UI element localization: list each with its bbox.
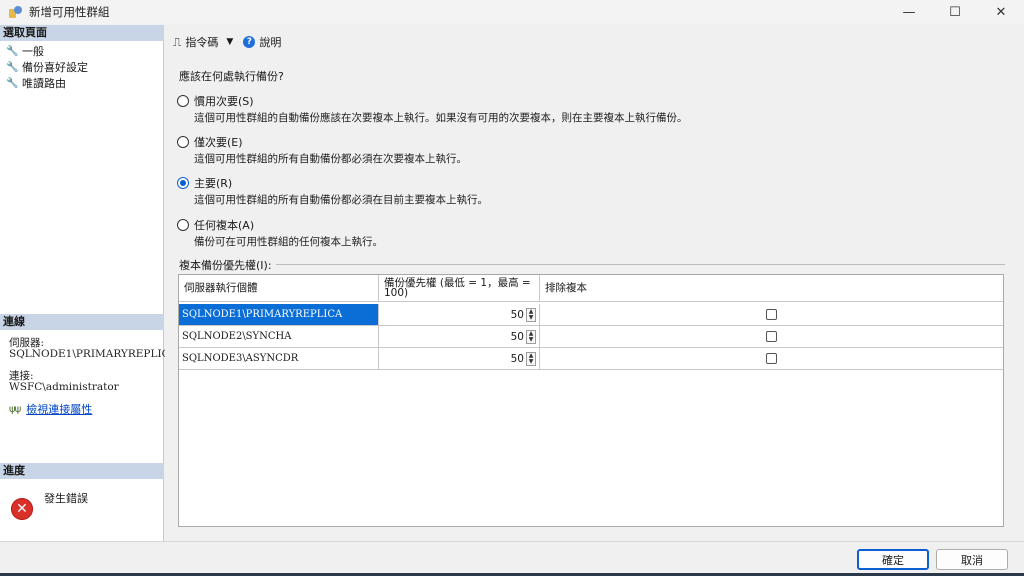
exclude-checkbox[interactable] — [766, 331, 777, 342]
app-icon — [9, 5, 23, 19]
exclude-checkbox[interactable] — [766, 309, 777, 320]
progress-status: 發生錯誤 — [44, 492, 88, 505]
option-label: 僅次要(E) — [194, 136, 243, 149]
column-header-instance[interactable]: 伺服器執行個體 — [179, 275, 379, 302]
error-icon: ✕ — [11, 498, 33, 520]
option-prefer-secondary[interactable]: 慣用次要(S) — [177, 93, 254, 109]
priority-spinner[interactable]: ▲ ▼ — [526, 351, 536, 366]
help-icon: ? — [243, 36, 256, 48]
ok-button[interactable]: 確定 — [857, 549, 929, 570]
server-value: SQLNODE1\PRIMARYREPLICA — [9, 348, 178, 360]
exclude-cell[interactable] — [540, 348, 1003, 370]
window-title: 新增可用性群組 — [29, 5, 110, 19]
left-panel: 選取頁面 🔧 一般 🔧 備份喜好設定 🔧 唯讀路由 連線 伺服器: SQLNOD… — [0, 25, 177, 541]
option-label: 主要(R) — [194, 177, 233, 190]
maximize-button[interactable]: ☐ — [932, 0, 978, 24]
replica-priority-group: 複本備份優先權(I): — [179, 257, 1005, 273]
radio-secondary-only[interactable] — [177, 136, 189, 148]
select-page-header: 選取頁面 — [0, 25, 164, 41]
cancel-button[interactable]: 取消 — [936, 549, 1008, 570]
instance-cell[interactable]: SQLNODE1\PRIMARYREPLICA — [179, 304, 379, 326]
column-header-priority[interactable]: 備份優先權 (最低 = 1，最高 = 100) — [379, 275, 540, 302]
priority-cell[interactable]: 50 ▲ ▼ — [379, 304, 540, 326]
main-panel: ⎍ 指令碼 ▼ ? 說明 應該在何處執行備份? 慣用次要(S) 這個可用性群組的… — [165, 25, 1024, 541]
button-bar: 確定 取消 — [0, 541, 1024, 576]
backup-location-question: 應該在何處執行備份? — [179, 70, 284, 83]
replica-priority-grid[interactable]: 伺服器執行個體 備份優先權 (最低 = 1，最高 = 100) 排除複本 SQL… — [178, 274, 1004, 527]
option-any-replica[interactable]: 任何複本(A) — [177, 217, 254, 233]
priority-value[interactable]: 50 — [511, 331, 524, 343]
minimize-button[interactable]: — — [886, 0, 932, 24]
option-label: 慣用次要(S) — [194, 95, 254, 108]
option-description: 這個可用性群組的所有自動備份都必須在次要複本上執行。 — [194, 153, 467, 165]
nav-item-label: 備份喜好設定 — [22, 61, 88, 74]
script-button[interactable]: 指令碼 — [185, 34, 218, 50]
table-row[interactable]: SQLNODE2\SYNCHA 50 ▲ ▼ — [179, 326, 1003, 348]
option-primary[interactable]: 主要(R) — [177, 175, 232, 191]
wrench-icon: 🔧 — [6, 61, 19, 73]
nav-item-backup-preferences[interactable]: 🔧 備份喜好設定 — [6, 60, 88, 74]
view-connection-properties[interactable]: ψψ 檢視連接屬性 — [9, 402, 92, 416]
wrench-icon: 🔧 — [6, 77, 19, 89]
priority-spinner[interactable]: ▲ ▼ — [526, 329, 536, 344]
radio-primary[interactable] — [177, 177, 189, 189]
wrench-icon: 🔧 — [6, 45, 19, 57]
nav-item-readonly-routing[interactable]: 🔧 唯讀路由 — [6, 76, 66, 90]
title-bar: 新增可用性群組 — [0, 0, 1024, 24]
instance-cell[interactable]: SQLNODE2\SYNCHA — [179, 326, 379, 348]
option-secondary-only[interactable]: 僅次要(E) — [177, 134, 243, 150]
exclude-cell[interactable] — [540, 304, 1003, 326]
help-button[interactable]: 說明 — [259, 34, 281, 50]
radio-any-replica[interactable] — [177, 219, 189, 231]
connection-header: 連線 — [0, 314, 164, 330]
exclude-cell[interactable] — [540, 326, 1003, 348]
table-row[interactable]: SQLNODE1\PRIMARYREPLICA 50 ▲ ▼ — [179, 304, 1003, 326]
group-divider — [179, 264, 1005, 265]
connection-icon: ψψ — [9, 403, 21, 415]
priority-value[interactable]: 50 — [511, 309, 524, 321]
nav-item-label: 唯讀路由 — [22, 77, 66, 90]
view-connection-properties-link[interactable]: 檢視連接屬性 — [26, 401, 92, 417]
priority-spinner[interactable]: ▲ ▼ — [526, 307, 536, 322]
option-description: 備份可在可用性群組的任何複本上執行。 — [194, 236, 383, 248]
option-description: 這個可用性群組的自動備份應該在次要複本上執行。如果沒有可用的次要複本，則在主要複… — [194, 112, 688, 124]
progress-header: 進度 — [0, 463, 164, 479]
priority-value[interactable]: 50 — [511, 353, 524, 365]
toolbar: ⎍ 指令碼 ▼ ? 說明 — [173, 34, 281, 50]
radio-prefer-secondary[interactable] — [177, 95, 189, 107]
script-icon: ⎍ — [173, 34, 182, 49]
connection-value: WSFC\administrator — [9, 381, 119, 393]
instance-cell[interactable]: SQLNODE3\ASYNCDR — [179, 348, 379, 370]
option-description: 這個可用性群組的所有自動備份都必須在目前主要複本上執行。 — [194, 194, 488, 206]
exclude-checkbox[interactable] — [766, 353, 777, 364]
nav-item-label: 一般 — [22, 45, 44, 58]
replica-priority-label: 複本備份優先權(I): — [179, 257, 276, 273]
chevron-down-icon[interactable]: ▼ — [226, 37, 233, 47]
table-row[interactable]: SQLNODE3\ASYNCDR 50 ▲ ▼ — [179, 348, 1003, 370]
priority-cell[interactable]: 50 ▲ ▼ — [379, 348, 540, 370]
nav-item-general[interactable]: 🔧 一般 — [6, 44, 44, 58]
close-button[interactable]: ✕ — [978, 0, 1024, 24]
priority-cell[interactable]: 50 ▲ ▼ — [379, 326, 540, 348]
option-label: 任何複本(A) — [194, 219, 255, 232]
column-header-exclude[interactable]: 排除複本 — [540, 275, 1003, 302]
